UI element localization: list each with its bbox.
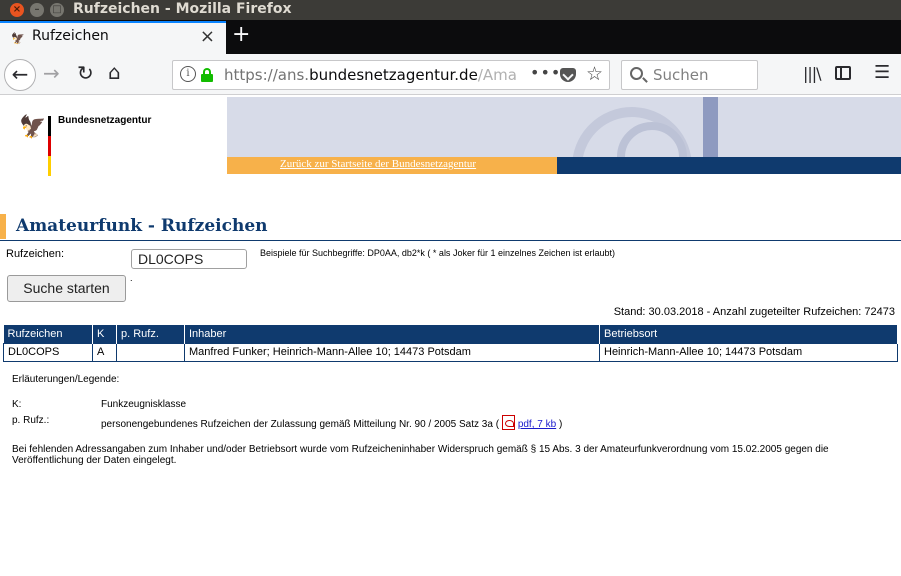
new-tab-button[interactable]: + — [232, 22, 250, 47]
eagle-favicon-icon: 🦅 — [11, 32, 25, 45]
brand-name: Bundesnetzagentur — [58, 115, 152, 126]
header-banner — [227, 97, 901, 157]
privacy-note: Bei fehlenden Adressangaben zum Inhaber … — [12, 444, 829, 466]
url-path: /Ama — [477, 66, 517, 84]
pdf-icon[interactable] — [501, 415, 515, 430]
page-title: Amateurfunk - Rufzeichen — [16, 216, 268, 236]
tab-strip: 🦅 Rufzeichen × + — [0, 20, 901, 54]
tab-rufzeichen[interactable]: 🦅 Rufzeichen × — [0, 21, 226, 54]
column-header-rufzeichen: Rufzeichen — [3, 325, 93, 343]
back-to-home-link[interactable]: Zurück zur Startseite der Bundesnetzagen… — [280, 158, 476, 170]
legend-k-key: K: — [12, 399, 22, 410]
cell-betriebsort: Heinrich-Mann-Allee 10; 14473 Potsdam — [599, 342, 898, 362]
legend-title: Erläuterungen/Legende: — [12, 374, 120, 385]
url-bar[interactable]: i https://ans.bundesnetzagentur.de/Ama •… — [172, 60, 610, 90]
cell-inhaber: Manfred Funker; Heinrich-Mann-Allee 10; … — [184, 342, 600, 362]
window-title: Rufzeichen - Mozilla Firefox — [73, 1, 292, 17]
navigation-toolbar: ← → ↻ ⌂ i https://ans.bundesnetzagentur.… — [0, 54, 901, 95]
window-titlebar: × – □ Rufzeichen - Mozilla Firefox — [0, 0, 901, 20]
url-text[interactable]: https://ans.bundesnetzagentur.de/Ama — [224, 66, 524, 84]
window-close-button[interactable]: × — [10, 3, 24, 17]
home-button[interactable]: ⌂ — [108, 60, 121, 84]
search-input[interactable]: Suchen — [621, 60, 758, 90]
column-header-p-rufz: p. Rufz. — [116, 325, 185, 343]
bookmark-star-icon[interactable]: ☆ — [586, 63, 603, 85]
callsign-input[interactable] — [131, 249, 247, 269]
legend-p-text: personengebundenes Rufzeichen der Zulass… — [101, 419, 500, 430]
cell-k: A — [92, 342, 117, 362]
heading-accent — [0, 214, 6, 239]
legend-p-close: ) — [558, 419, 563, 430]
heading-divider — [0, 240, 901, 241]
reload-button[interactable]: ↻ — [77, 61, 94, 85]
cell-p-rufz — [116, 342, 185, 362]
pdf-link[interactable]: pdf, 7 kb — [518, 419, 556, 430]
url-host: bundesnetzagentur.de — [309, 66, 478, 84]
data-status-text: Stand: 30.03.2018 - Anzahl zugeteilter R… — [613, 306, 895, 318]
cell-rufzeichen: DL0COPS — [3, 342, 93, 362]
window-minimize-button[interactable]: – — [30, 3, 44, 17]
stray-dot: . — [130, 273, 133, 283]
legend-k-value: Funkzeugnisklasse — [101, 399, 187, 410]
info-icon[interactable]: i — [180, 66, 196, 82]
page-actions-menu-icon[interactable]: ••• — [530, 63, 561, 82]
library-icon[interactable]: |||\ — [803, 64, 822, 83]
search-start-button[interactable]: Suche starten — [7, 275, 126, 302]
table-header-row: Rufzeichen K p. Rufz. Inhaber Betriebsor… — [3, 325, 898, 343]
legend-p-key: p. Rufz.: — [12, 415, 50, 426]
sidebar-toggle-icon[interactable] — [835, 66, 851, 80]
eagle-logo-icon: 🦅 — [19, 114, 47, 139]
tab-close-icon[interactable]: × — [200, 26, 215, 47]
table-row: DL0COPS A Manfred Funker; Heinrich-Mann-… — [3, 342, 898, 362]
search-icon — [630, 67, 643, 80]
back-button[interactable]: ← — [4, 59, 36, 91]
url-prefix: https://ans. — [224, 66, 310, 84]
german-flag-bar — [48, 116, 51, 176]
legend-p-value: personengebundenes Rufzeichen der Zulass… — [101, 415, 562, 430]
column-header-inhaber: Inhaber — [184, 325, 600, 343]
pocket-icon[interactable] — [560, 68, 576, 82]
header-blue-bar — [557, 157, 901, 174]
page-content: 🦅 Bundesnetzagentur Zurück zur Startseit… — [0, 96, 901, 576]
column-header-k: K — [92, 325, 117, 343]
callsign-label: Rufzeichen: — [6, 248, 65, 260]
hamburger-menu-icon[interactable]: ☰ — [874, 62, 890, 83]
tab-title: Rufzeichen — [32, 28, 109, 44]
lock-icon[interactable] — [201, 68, 213, 82]
forward-button[interactable]: → — [43, 61, 60, 85]
window-maximize-button[interactable]: □ — [50, 3, 64, 17]
results-table: Rufzeichen K p. Rufz. Inhaber Betriebsor… — [3, 325, 898, 362]
search-examples-hint: Beispiele für Suchbegriffe: DP0AA, db2*k… — [260, 248, 616, 258]
search-placeholder: Suchen — [653, 66, 709, 84]
column-header-betriebsort: Betriebsort — [599, 325, 898, 343]
